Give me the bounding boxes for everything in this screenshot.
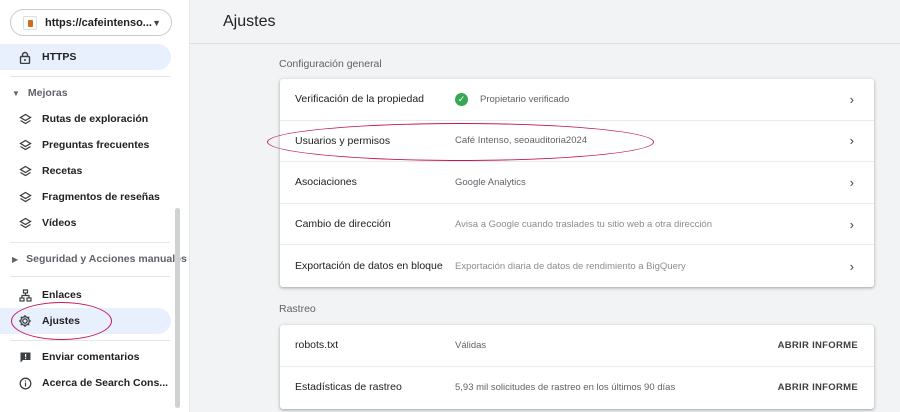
section-heading-rastreo: Rastreo (279, 303, 316, 315)
row-value: Exportación diaria de datos de rendimien… (455, 260, 686, 272)
sidebar-item-label: Preguntas frecuentes (42, 139, 150, 151)
row-value-wrapper: ✓ Propietario verificado (455, 92, 570, 106)
sidebar-item-feedback[interactable]: Enviar comentarios (0, 344, 171, 370)
page-title: Ajustes (223, 13, 276, 30)
check-circle-icon: ✓ (455, 92, 468, 106)
chevron-right-icon: › (849, 91, 854, 107)
sidebar-item-fragmentos[interactable]: Fragmentos de reseñas (0, 184, 171, 210)
sidebar-item-label: HTTPS (42, 51, 77, 63)
caret-down-icon: ▼ (12, 88, 20, 98)
sidebar-item-label: Rutas de exploración (42, 113, 149, 125)
row-value: Café Intenso, seoauditoria2024 (455, 135, 588, 147)
sidebar-item-preguntas[interactable]: Preguntas frecuentes (0, 132, 171, 158)
section-seguridad[interactable]: ▶ Seguridad y Acciones manuales (0, 249, 187, 269)
chevron-down-icon: ▼ (152, 17, 161, 28)
layers-icon (18, 164, 32, 178)
sidebar-item-label: Enlaces (42, 289, 82, 301)
row-label: robots.txt (295, 339, 339, 352)
chevron-right-icon: › (849, 174, 854, 190)
sidebar-item-https[interactable]: HTTPS (0, 44, 171, 70)
gear-icon (18, 314, 32, 328)
sidebar-item-label: Recetas (42, 165, 83, 177)
caret-right-icon: ▶ (12, 254, 19, 264)
row-value: 5,93 mil solicitudes de rastreo en los ú… (455, 381, 676, 393)
sidebar-item-enlaces[interactable]: Enlaces (0, 282, 171, 308)
row-label: Verificación de la propiedad (295, 93, 425, 106)
row-value: Propietario verificado (480, 93, 570, 105)
settings-row-estadisticas: Estadísticas de rastreo 5,93 mil solicit… (280, 367, 874, 409)
divider (10, 276, 170, 277)
section-label: Mejoras (27, 87, 68, 99)
row-label: Exportación de datos en bloque (295, 260, 443, 273)
general-settings-card: Verificación de la propiedad ✓ Propietar… (280, 79, 874, 287)
chevron-right-icon: › (849, 216, 854, 232)
sidebar-item-rutas[interactable]: Rutas de exploración (0, 106, 171, 132)
sidebar-scrollbar[interactable] (175, 208, 180, 408)
divider (10, 340, 170, 341)
row-label: Asociaciones (295, 176, 357, 189)
settings-row-cambio-direccion[interactable]: Cambio de dirección Avisa a Google cuand… (280, 204, 874, 246)
sidebar-item-videos[interactable]: Vídeos (0, 210, 171, 236)
section-mejoras[interactable]: ▼ Mejoras (0, 83, 68, 103)
info-icon (18, 376, 32, 390)
sidebar-item-about[interactable]: Acerca de Search Cons... (0, 370, 171, 396)
open-report-button[interactable]: ABRIR INFORME (778, 340, 858, 351)
property-url: https://cafeintenso.... (45, 16, 153, 29)
sidebar-item-recetas[interactable]: Recetas (0, 158, 171, 184)
sidebar-item-ajustes[interactable]: Ajustes (0, 308, 171, 334)
layers-icon (18, 216, 32, 230)
site-favicon-icon (23, 15, 37, 30)
lock-icon (18, 50, 32, 64)
sidebar: https://cafeintenso.... ▼ HTTPS ▼ Mejora… (0, 0, 190, 412)
sidebar-item-label: Fragmentos de reseñas (42, 191, 160, 203)
row-value: Avisa a Google cuando traslades tu sitio… (455, 218, 713, 230)
divider (10, 242, 170, 243)
sidebar-item-label: Enviar comentarios (42, 351, 140, 363)
open-report-button[interactable]: ABRIR INFORME (778, 382, 858, 393)
chevron-right-icon: › (849, 258, 854, 274)
settings-row-exportacion[interactable]: Exportación de datos en bloque Exportaci… (280, 245, 874, 287)
layers-icon (18, 138, 32, 152)
sitemap-icon (18, 288, 32, 302)
settings-row-usuarios[interactable]: Usuarios y permisos Café Intenso, seoaud… (280, 121, 874, 163)
settings-row-robots: robots.txt Válidas ABRIR INFORME (280, 325, 874, 367)
layers-icon (18, 190, 32, 204)
divider (10, 76, 170, 77)
section-heading-general: Configuración general (279, 58, 382, 70)
top-bar: Ajustes (190, 0, 900, 44)
settings-row-asociaciones[interactable]: Asociaciones Google Analytics › (280, 162, 874, 204)
row-label: Cambio de dirección (295, 218, 391, 231)
row-value: Válidas (455, 339, 487, 351)
settings-row-verificacion[interactable]: Verificación de la propiedad ✓ Propietar… (280, 79, 874, 121)
property-selector[interactable]: https://cafeintenso.... ▼ (10, 9, 172, 36)
crawl-card: robots.txt Válidas ABRIR INFORME Estadís… (280, 325, 874, 409)
row-label: Estadísticas de rastreo (295, 381, 402, 394)
row-label: Usuarios y permisos (295, 134, 391, 147)
row-value: Google Analytics (455, 176, 526, 188)
chevron-right-icon: › (849, 133, 854, 149)
sidebar-item-label: Vídeos (42, 217, 77, 229)
feedback-icon (18, 350, 32, 364)
sidebar-item-label: Acerca de Search Cons... (42, 377, 169, 389)
section-label: Seguridad y Acciones manuales (26, 253, 187, 265)
sidebar-item-label: Ajustes (42, 315, 80, 327)
layers-icon (18, 112, 32, 126)
